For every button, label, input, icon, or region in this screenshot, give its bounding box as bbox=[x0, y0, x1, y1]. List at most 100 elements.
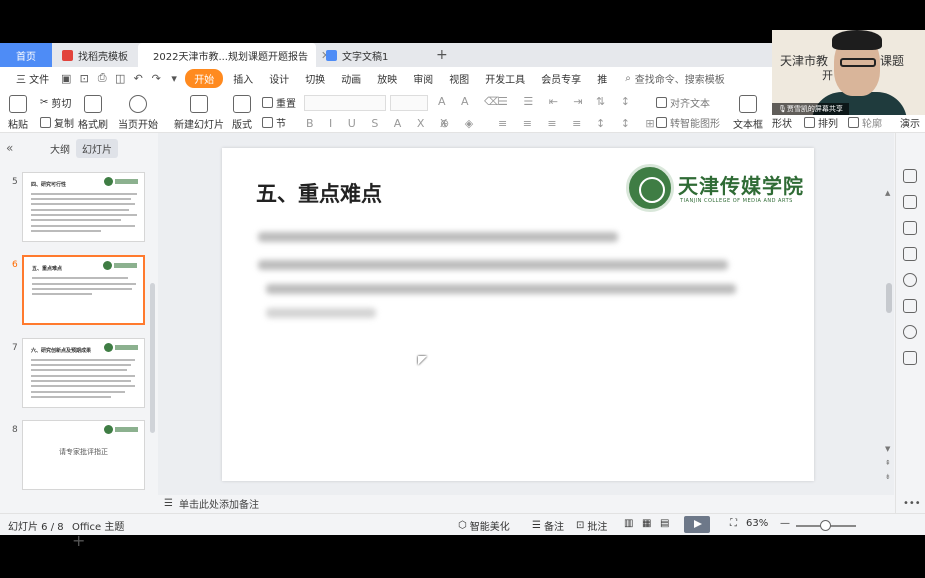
thumb-title: 六、研究创新点及预期成果 bbox=[31, 348, 92, 354]
shape-button[interactable]: 形状 bbox=[772, 115, 792, 130]
color-buttons[interactable]: ⊕ ◈ bbox=[440, 117, 479, 130]
tab-outline[interactable]: 大纲 bbox=[44, 139, 76, 158]
menu-recommend[interactable]: 推 bbox=[591, 71, 613, 86]
collapse-panel-icon[interactable]: « bbox=[6, 141, 13, 155]
play-from-current-button[interactable]: 当页开始 bbox=[118, 95, 158, 131]
slide-scrollbar[interactable]: ▲ ▼ ⇞ ⇟ bbox=[884, 133, 894, 495]
copy-slide-icon[interactable] bbox=[903, 247, 917, 261]
menu-insert[interactable]: 插入 bbox=[227, 71, 259, 86]
menu-review[interactable]: 审阅 bbox=[407, 71, 439, 86]
layout-button[interactable]: 版式 bbox=[232, 95, 252, 131]
tab-document[interactable]: 文字文稿1 bbox=[316, 43, 426, 67]
panel-scrollbar[interactable] bbox=[150, 283, 155, 433]
text-box-button[interactable]: 文本框 bbox=[733, 95, 763, 131]
image-icon[interactable] bbox=[903, 299, 917, 313]
new-slide-button[interactable]: 新建幻灯片 bbox=[174, 95, 224, 131]
reading-view-icon[interactable]: ▤ bbox=[660, 518, 669, 529]
format-painter-button[interactable]: 格式刷 bbox=[78, 95, 108, 131]
scroll-thumb[interactable] bbox=[886, 283, 892, 313]
notes-field[interactable]: ☰ 单击此处添加备注 bbox=[158, 495, 886, 511]
notes-toggle-button[interactable]: ☰ 备注 bbox=[532, 518, 564, 533]
tab-slides[interactable]: 幻灯片 bbox=[76, 139, 118, 158]
arrange-button[interactable]: 排列 bbox=[804, 115, 838, 130]
export-icon[interactable]: ⊡ bbox=[77, 71, 91, 85]
menu-animation[interactable]: 动画 bbox=[335, 71, 367, 86]
slide-thumbnail-8[interactable]: 请专家批评指正 bbox=[22, 420, 145, 490]
scroll-down-icon[interactable]: ▼ bbox=[885, 445, 890, 453]
college-logo bbox=[104, 343, 138, 352]
zoom-out-icon[interactable]: — bbox=[780, 518, 790, 529]
menu-developer[interactable]: 开发工具 bbox=[479, 71, 531, 86]
cut-button[interactable]: ✂ 剪切 bbox=[40, 95, 71, 110]
font-name-select[interactable] bbox=[304, 95, 386, 111]
print-icon[interactable]: ⎙ bbox=[95, 71, 109, 85]
font-size-select[interactable] bbox=[390, 95, 428, 111]
help-icon[interactable] bbox=[903, 273, 917, 287]
zoom-level: 63% bbox=[746, 518, 769, 529]
sliders-icon[interactable] bbox=[903, 195, 917, 209]
align-text-button[interactable]: 对齐文本 bbox=[656, 95, 710, 110]
outline-label: 轮廓 bbox=[862, 119, 882, 130]
file-menu[interactable]: 三 文件 bbox=[10, 71, 55, 86]
slide-thumbnail-6[interactable]: 五、重点难点 bbox=[22, 255, 145, 325]
tab-home[interactable]: 首页 bbox=[0, 43, 52, 67]
menu-design[interactable]: 设计 bbox=[263, 71, 295, 86]
reset-button[interactable]: 重置 bbox=[262, 95, 296, 110]
thumb-center-text: 请专家批评指正 bbox=[59, 448, 108, 456]
align-buttons[interactable]: ≡ ≡ ≡ ≡ bbox=[498, 117, 587, 130]
menu-start[interactable]: 开始 bbox=[185, 68, 224, 88]
prev-slide-icon[interactable]: ⇞ bbox=[885, 459, 891, 467]
command-search[interactable]: ⌕ 查找命令、搜索模板 bbox=[625, 71, 725, 86]
slide-thumbnail-7[interactable]: 六、研究创新点及预期成果 bbox=[22, 338, 145, 408]
preview-icon[interactable]: ◫ bbox=[113, 71, 127, 85]
customize-icon[interactable]: ▾ bbox=[167, 71, 181, 85]
grid-view-icon[interactable]: ▦ bbox=[642, 518, 651, 529]
new-slide-icon bbox=[190, 95, 208, 113]
comment-button[interactable]: ⊡ 批注 bbox=[576, 518, 607, 533]
slide-thumbnail-5[interactable]: 四、研究可行性 bbox=[22, 172, 145, 242]
comment-icon: ⊡ bbox=[576, 520, 585, 531]
presenter-button[interactable]: 演示 bbox=[900, 115, 920, 130]
pin-icon[interactable] bbox=[903, 221, 917, 235]
screen-share-label: 🎙 贾雪凯的屏幕共享 bbox=[772, 103, 849, 115]
location-icon[interactable] bbox=[903, 325, 917, 339]
shape-label: 形状 bbox=[772, 119, 792, 130]
direction-buttons[interactable]: ⇅ ↕ bbox=[596, 95, 636, 108]
paste-button[interactable]: 粘贴 bbox=[8, 95, 28, 131]
thumb-title: 五、重点难点 bbox=[32, 266, 63, 272]
college-seal-logo bbox=[626, 164, 674, 212]
undo-icon[interactable]: ↶ bbox=[131, 71, 145, 85]
zoom-slider-knob[interactable] bbox=[820, 520, 831, 531]
menu-slideshow[interactable]: 放映 bbox=[371, 71, 403, 86]
slide-title[interactable]: 五、重点难点 bbox=[256, 178, 382, 208]
tab-template[interactable]: 找稻壳模板 bbox=[52, 43, 138, 67]
smart-beautify-button[interactable]: ⬡ 智能美化 bbox=[458, 518, 510, 533]
save-icon[interactable]: ▣ bbox=[59, 71, 73, 85]
scroll-up-icon[interactable]: ▲ bbox=[885, 189, 890, 197]
book-icon[interactable] bbox=[903, 351, 917, 365]
next-slide-icon[interactable]: ⇟ bbox=[885, 473, 891, 481]
more-icon[interactable]: ••• bbox=[903, 498, 921, 509]
slideshow-play-button[interactable] bbox=[684, 516, 710, 533]
screen-share-label-text: 贾雪凯的屏幕共享 bbox=[786, 105, 843, 113]
slide-canvas[interactable]: 五、重点难点 天津传媒学院 TIANJIN COLLEGE OF MEDIA A… bbox=[222, 148, 814, 481]
section-button[interactable]: 节 bbox=[262, 115, 286, 130]
menu-view[interactable]: 视图 bbox=[443, 71, 475, 86]
redo-icon[interactable]: ↷ bbox=[149, 71, 163, 85]
new-tab-button[interactable]: + bbox=[426, 43, 458, 67]
notes-toggle-icon: ☰ bbox=[532, 520, 541, 531]
font-style-buttons[interactable]: B I U S A X X bbox=[306, 117, 453, 130]
copy-button[interactable]: 复制 bbox=[40, 115, 74, 130]
menu-transition[interactable]: 切换 bbox=[299, 71, 331, 86]
outline-button[interactable]: 轮廓 bbox=[848, 115, 882, 130]
webcam-overlay: 天津市教 课题 开 🎙 贾雪凯的屏幕共享 bbox=[772, 30, 925, 115]
spacing-buttons[interactable]: ↕ ↕ ⊞ bbox=[596, 117, 661, 130]
rocket-icon[interactable] bbox=[903, 169, 917, 183]
tab-presentation[interactable]: 2022天津市教...规划课题开题报告 ✕ bbox=[138, 43, 330, 67]
menu-member[interactable]: 会员专享 bbox=[535, 71, 587, 86]
font-size-buttons[interactable]: A A ⌫ bbox=[438, 95, 506, 108]
normal-view-icon[interactable]: ▥ bbox=[624, 518, 633, 529]
fit-window-icon[interactable]: ⛶ bbox=[730, 518, 737, 529]
convert-smartart-button[interactable]: 转智能图形 bbox=[656, 115, 720, 130]
list-buttons[interactable]: ☰ ☰ ⇤ ⇥ bbox=[498, 95, 589, 108]
